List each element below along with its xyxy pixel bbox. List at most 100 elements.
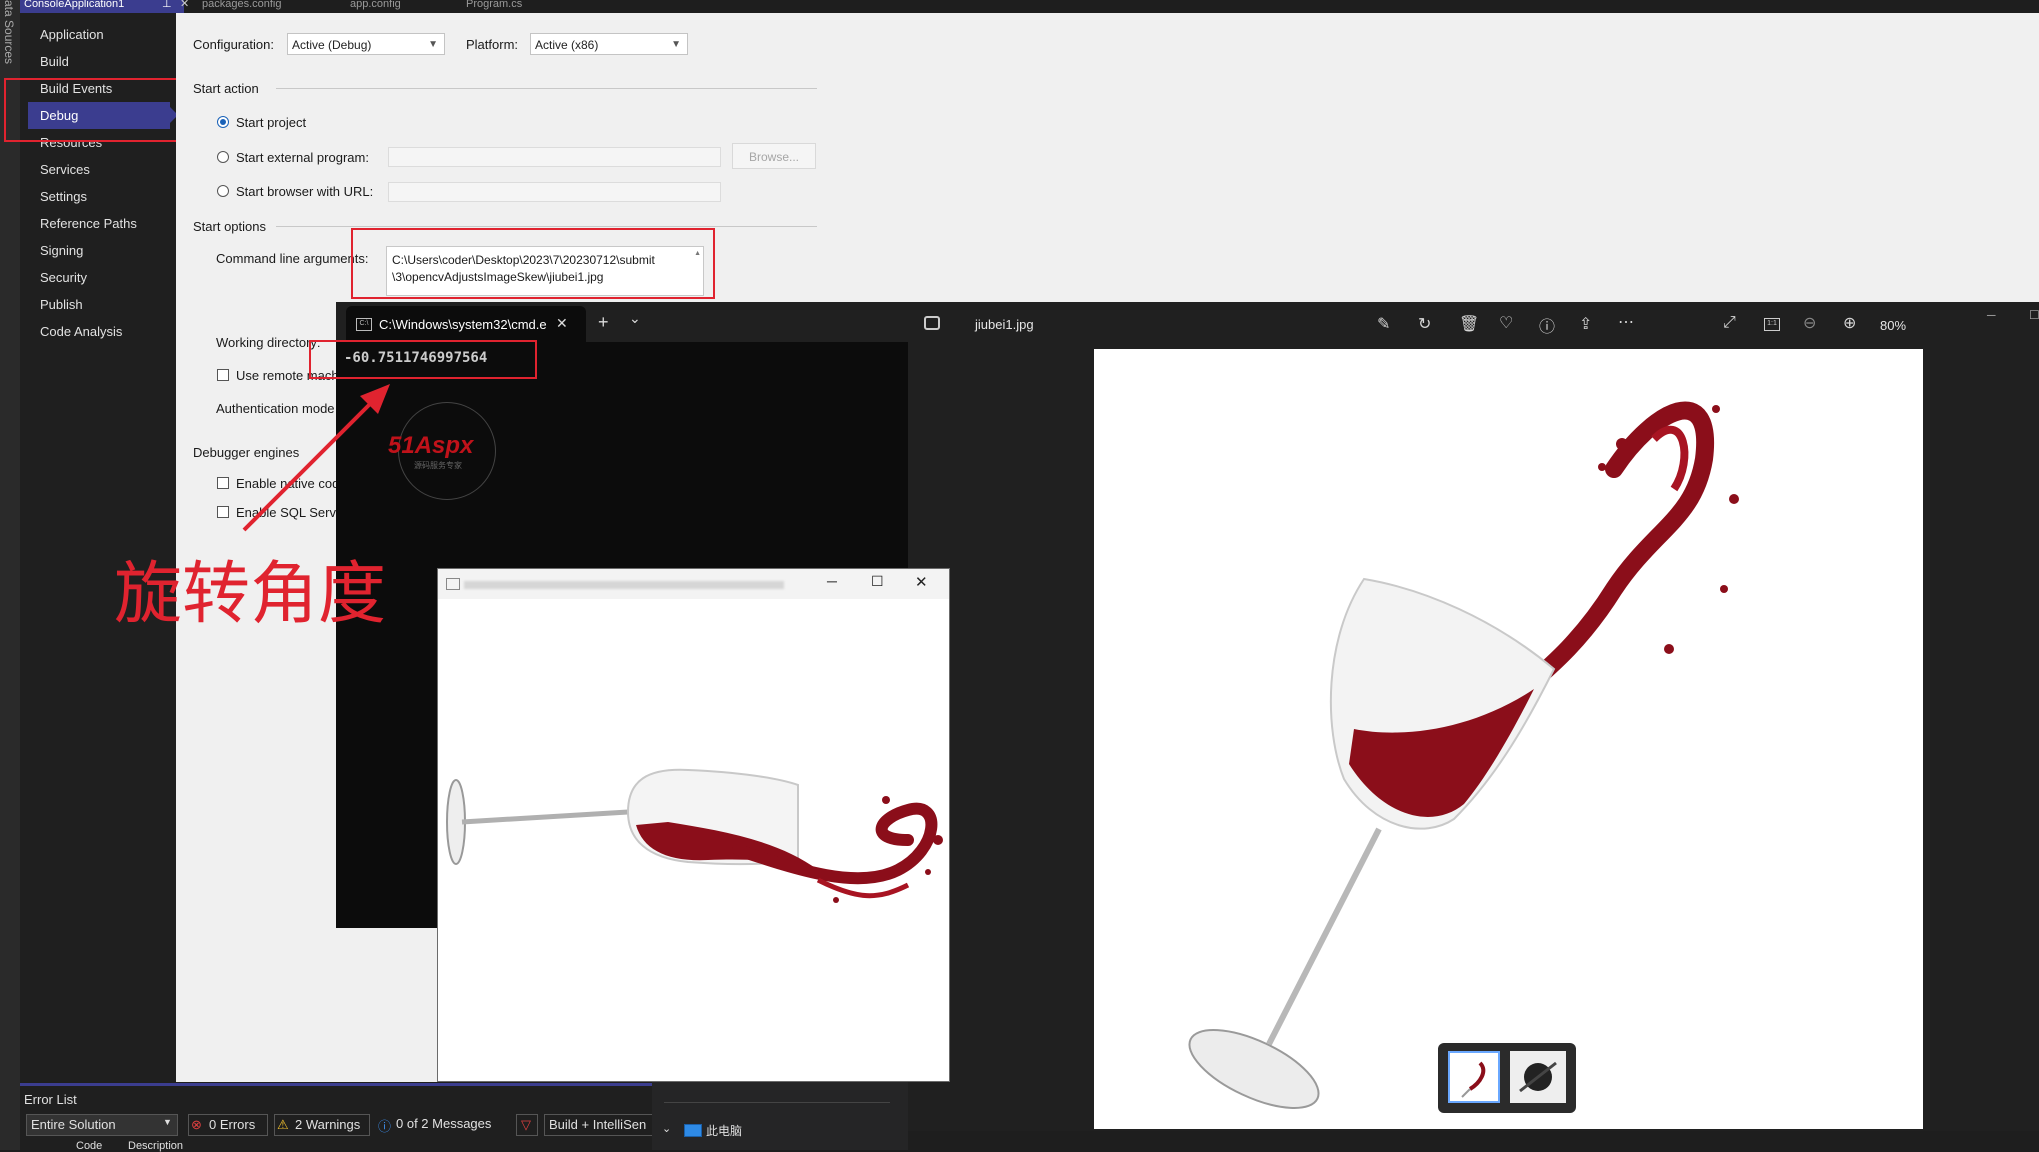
filmstrip: [1438, 1043, 1576, 1113]
cmd-tab[interactable]: C:\ C:\Windows\system32\cmd.e ✕: [346, 306, 586, 342]
nav-item-code-analysis[interactable]: Code Analysis: [40, 324, 122, 339]
more-icon[interactable]: ⋯: [1618, 312, 1634, 332]
build-intellisense-select[interactable]: Build + IntelliSen: [544, 1114, 654, 1136]
start-browser-radio[interactable]: [217, 185, 229, 197]
zoom-in-icon[interactable]: ⊕: [1843, 313, 1856, 333]
tab-project[interactable]: ConsoleApplication1: [18, 0, 184, 13]
build-intellisense-value: Build + IntelliSen: [549, 1117, 647, 1132]
enable-native-checkbox[interactable]: [217, 477, 229, 489]
chevron-down-icon: ▼: [671, 39, 681, 50]
nav-item-services[interactable]: Services: [40, 162, 90, 177]
chevron-down-icon[interactable]: ⌄: [662, 1122, 671, 1135]
delete-icon[interactable]: 🗑: [1459, 314, 1479, 334]
tab-pin-icon[interactable]: ⊥: [162, 0, 172, 13]
data-sources-strip[interactable]: ata Sources: [0, 0, 20, 1150]
browser-url-input[interactable]: [388, 182, 721, 202]
configuration-value: Active (Debug): [292, 38, 372, 52]
data-sources-label: ata Sources: [2, 0, 16, 65]
rotate-icon[interactable]: ↻: [1418, 314, 1431, 334]
warning-icon: ⚠: [277, 1117, 289, 1132]
divider: [664, 1102, 890, 1103]
errors-count: 0 Errors: [209, 1117, 256, 1132]
nav-item-signing[interactable]: Signing: [40, 243, 83, 258]
this-pc-label[interactable]: 此电脑: [706, 1122, 742, 1139]
actual-size-icon[interactable]: 1:1: [1764, 318, 1780, 331]
filter-icon[interactable]: ▽: [516, 1114, 538, 1136]
watermark-logo: 51Aspx: [388, 432, 473, 460]
photos-app-icon: [924, 316, 940, 330]
configuration-label: Configuration:: [193, 37, 274, 52]
editor-tab-bar: ConsoleApplication1 ⊥ ✕ packages.config …: [0, 0, 2039, 13]
col-code[interactable]: Code: [76, 1140, 102, 1152]
messages-filter-button[interactable]: ⓘ 0 of 2 Messages: [376, 1114, 502, 1134]
minimize-icon[interactable]: ─: [827, 573, 837, 589]
tab-packages-config[interactable]: packages.config: [202, 0, 322, 13]
photo-filename: jiubei1.jpg: [975, 317, 1034, 332]
configuration-select[interactable]: Active (Debug) ▼: [287, 33, 445, 55]
start-options-header: Start options: [193, 219, 266, 234]
nav-item-application[interactable]: Application: [40, 27, 104, 42]
start-action-header: Start action: [193, 81, 259, 96]
nav-item-reference-paths[interactable]: Reference Paths: [40, 216, 137, 231]
error-icon: ⊗: [191, 1117, 202, 1132]
working-dir-label: Working directory:: [216, 335, 321, 350]
messages-count: 0 of 2 Messages: [396, 1116, 492, 1131]
maximize-icon[interactable]: ☐: [871, 573, 884, 590]
start-external-radio[interactable]: [217, 151, 229, 163]
close-icon[interactable]: ✕: [915, 573, 928, 591]
warnings-filter-button[interactable]: ⚠ 2 Warnings: [274, 1114, 370, 1136]
nav-item-security[interactable]: Security: [40, 270, 87, 285]
enable-sql-checkbox[interactable]: [217, 506, 229, 518]
scope-select[interactable]: Entire Solution ▼: [26, 1114, 178, 1136]
platform-value: Active (x86): [535, 38, 599, 52]
tab-program-cs[interactable]: Program.cs: [466, 0, 566, 13]
filmstrip-thumb-2[interactable]: [1510, 1051, 1566, 1103]
nav-item-settings[interactable]: Settings: [40, 189, 87, 204]
opencv-window-titlebar[interactable]: ─ ☐ ✕: [438, 569, 949, 599]
browse-button[interactable]: Browse...: [732, 143, 816, 169]
new-tab-plus-icon[interactable]: +: [598, 312, 609, 333]
external-program-input[interactable]: [388, 147, 721, 167]
error-list-panel: Error List Entire Solution ▼ ⊗ 0 Errors …: [20, 1086, 654, 1152]
warnings-count: 2 Warnings: [295, 1117, 361, 1132]
info-icon[interactable]: ⓘ: [1539, 313, 1555, 337]
start-project-radio[interactable]: [217, 116, 229, 128]
cmd-tab-title: C:\Windows\system32\cmd.e: [379, 317, 547, 332]
errors-filter-button[interactable]: ⊗ 0 Errors: [188, 1114, 268, 1136]
use-remote-checkbox[interactable]: [217, 369, 229, 381]
chevron-down-icon[interactable]: ⌄: [629, 310, 641, 327]
window-icon: [446, 578, 460, 590]
favorite-icon[interactable]: ♡: [1499, 313, 1513, 333]
col-description[interactable]: Description: [128, 1140, 183, 1152]
angle-highlight-box: [309, 340, 537, 379]
tab-close-icon[interactable]: ✕: [180, 0, 192, 13]
start-external-label: Start external program:: [236, 150, 369, 165]
scope-value: Entire Solution: [31, 1117, 116, 1132]
nav-item-publish[interactable]: Publish: [40, 297, 83, 312]
start-project-label: Start project: [236, 115, 307, 130]
watermark-subtitle: 源码服务专家: [414, 461, 462, 470]
zoom-level: 80%: [1880, 318, 1907, 333]
zoom-out-icon[interactable]: ⊖: [1803, 313, 1816, 333]
filter-funnel-icon: ▽: [521, 1117, 531, 1132]
rotation-angle-annotation: 旋转角度: [114, 555, 387, 634]
close-icon[interactable]: ✕: [556, 315, 568, 332]
minimize-icon[interactable]: ─: [1987, 308, 1996, 322]
nav-item-build[interactable]: Build: [40, 54, 69, 69]
share-icon[interactable]: ⇪: [1579, 314, 1592, 334]
fullscreen-icon[interactable]: ⤢: [1723, 314, 1736, 332]
edit-icon[interactable]: ✎: [1377, 314, 1390, 334]
wine-glass-photo: [1188, 401, 1739, 1109]
info-icon: ⓘ: [378, 1119, 392, 1134]
platform-select[interactable]: Active (x86) ▼: [530, 33, 688, 55]
window-title-blurred: [464, 581, 784, 589]
filmstrip-thumb-1[interactable]: [1448, 1051, 1500, 1103]
photo-canvas: [1094, 349, 1923, 1129]
cmd-icon: C:\: [356, 318, 372, 331]
computer-icon: [684, 1124, 702, 1137]
maximize-icon[interactable]: ☐: [2029, 308, 2039, 322]
cmd-args-label: Command line arguments:: [216, 251, 369, 266]
chevron-down-icon: ▼: [163, 1117, 172, 1127]
error-list-title: Error List: [24, 1092, 77, 1107]
tab-app-config[interactable]: app.config: [350, 0, 450, 13]
